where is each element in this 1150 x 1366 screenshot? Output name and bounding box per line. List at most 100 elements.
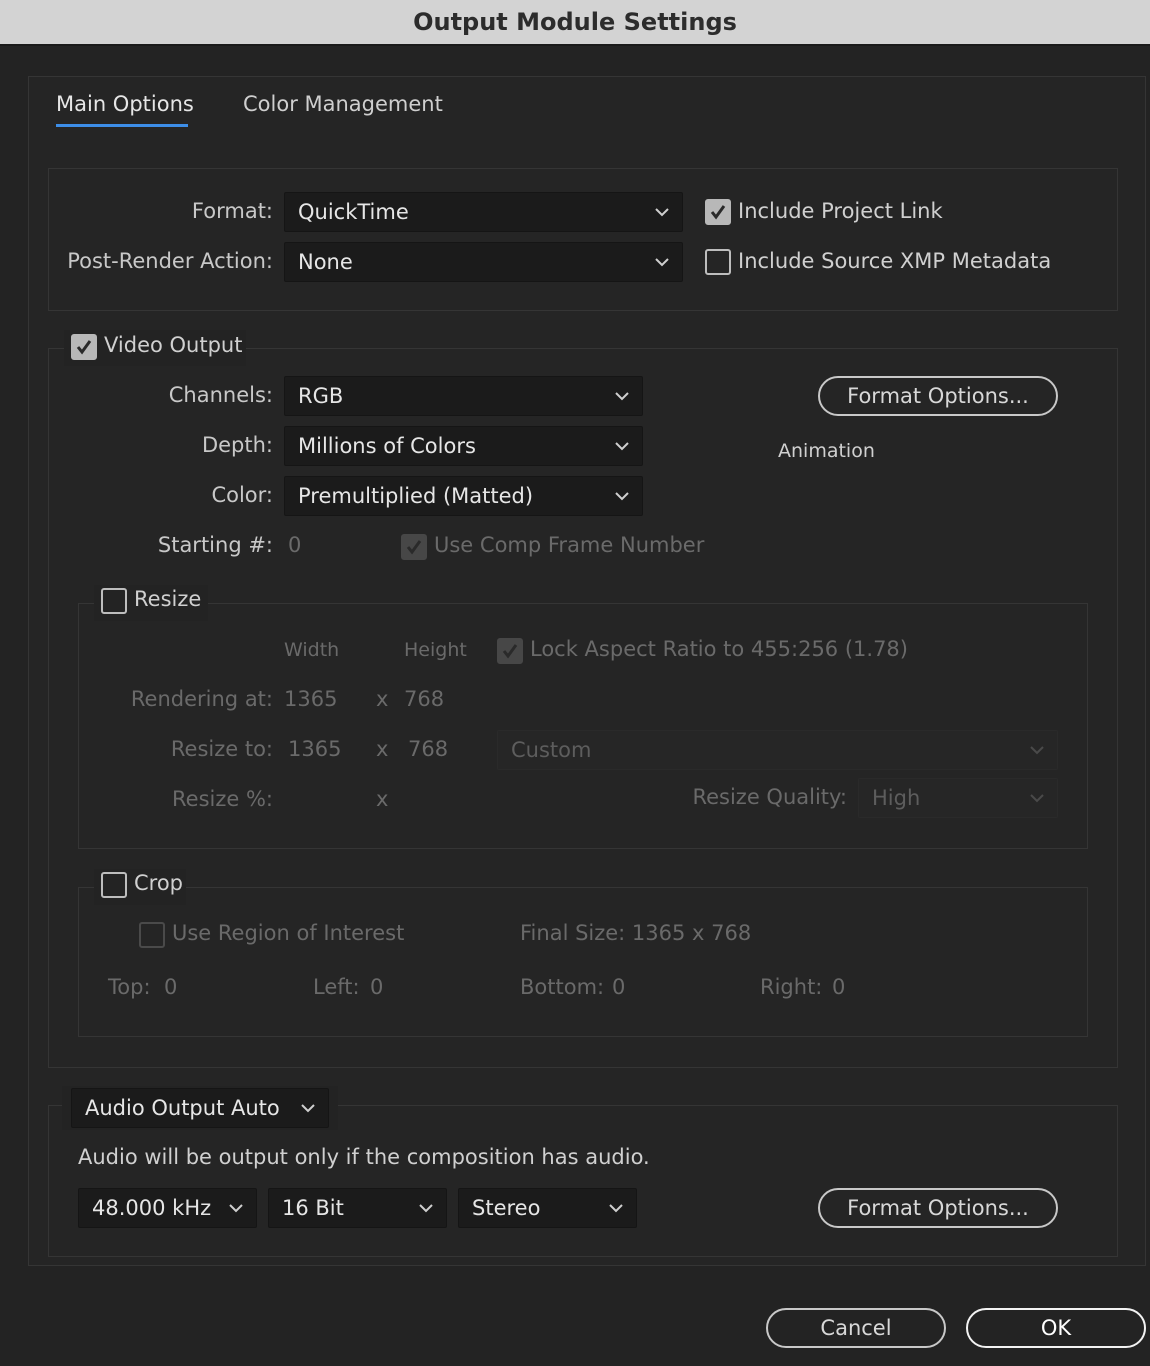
- video-format-options-label: Format Options...: [847, 384, 1029, 408]
- resize-to-label: Resize to:: [170, 737, 273, 761]
- crop-right-value[interactable]: 0: [832, 975, 845, 999]
- crop-right-label: Right:: [760, 975, 823, 999]
- crop-group: [78, 887, 1088, 1037]
- include-xmp-checkbox[interactable]: [705, 249, 731, 275]
- audio-bits-value: 16 Bit: [282, 1196, 344, 1220]
- resize-percent-x: x: [376, 787, 389, 811]
- post-render-select[interactable]: None: [284, 242, 683, 282]
- resize-label: Resize: [134, 587, 202, 611]
- tab-main-options-label: Main Options: [56, 92, 194, 116]
- post-render-label: Post-Render Action:: [67, 249, 273, 273]
- starting-number-label: Starting #:: [157, 533, 273, 557]
- resize-preset-select[interactable]: Custom: [497, 730, 1058, 770]
- audio-mode-value: Audio Output Auto: [85, 1096, 280, 1120]
- rendering-at-label: Rendering at:: [130, 687, 273, 711]
- crop-top-label: Top:: [108, 975, 151, 999]
- audio-rate-value: 48.000 kHz: [92, 1196, 212, 1220]
- rendering-at-height: 768: [404, 687, 445, 711]
- audio-rate-select[interactable]: 48.000 kHz: [78, 1188, 257, 1228]
- window-titlebar: Output Module Settings: [0, 0, 1150, 46]
- crop-left-label: Left:: [313, 975, 360, 999]
- checkmark-icon: [710, 205, 726, 220]
- color-label: Color:: [211, 483, 273, 507]
- chevron-down-icon: [615, 392, 629, 401]
- checkmark-icon: [406, 540, 422, 555]
- audio-format-options-button[interactable]: Format Options...: [818, 1188, 1058, 1228]
- crop-checkbox[interactable]: [101, 872, 127, 898]
- resize-to-x: x: [376, 737, 389, 761]
- use-roi-label: Use Region of Interest: [172, 921, 405, 945]
- crop-bottom-value[interactable]: 0: [612, 975, 625, 999]
- tab-main-options[interactable]: Main Options: [56, 92, 194, 116]
- post-render-value: None: [298, 250, 353, 274]
- include-project-link-label: Include Project Link: [738, 199, 943, 223]
- audio-bits-select[interactable]: 16 Bit: [268, 1188, 447, 1228]
- crop-label: Crop: [134, 871, 184, 895]
- lock-aspect-label: Lock Aspect Ratio to 455:256 (1.78): [530, 637, 908, 661]
- resize-quality-label: Resize Quality:: [692, 785, 847, 809]
- rendering-at-width: 1365: [284, 687, 338, 711]
- audio-channels-value: Stereo: [472, 1196, 541, 1220]
- audio-format-options-label: Format Options...: [847, 1196, 1029, 1220]
- resize-quality-value: High: [872, 786, 921, 810]
- chevron-down-icon: [609, 1204, 623, 1213]
- crop-top-value[interactable]: 0: [164, 975, 177, 999]
- format-value: QuickTime: [298, 200, 409, 224]
- chevron-down-icon: [1030, 794, 1044, 803]
- channels-select[interactable]: RGB: [284, 376, 643, 416]
- format-select[interactable]: QuickTime: [284, 192, 683, 232]
- audio-channels-select[interactable]: Stereo: [458, 1188, 637, 1228]
- rendering-at-x: x: [376, 687, 389, 711]
- color-select[interactable]: Premultiplied (Matted): [284, 476, 643, 516]
- use-roi-checkbox[interactable]: [139, 922, 165, 948]
- channels-label: Channels:: [168, 383, 273, 407]
- depth-label: Depth:: [201, 433, 273, 457]
- include-project-link-checkbox[interactable]: [705, 199, 731, 225]
- channels-value: RGB: [298, 384, 344, 408]
- chevron-down-icon: [229, 1204, 243, 1213]
- tab-active-indicator: [56, 124, 188, 127]
- resize-to-width[interactable]: 1365: [288, 737, 341, 761]
- chevron-down-icon: [1030, 746, 1044, 755]
- checkmark-icon: [502, 644, 518, 659]
- chevron-down-icon: [419, 1204, 433, 1213]
- audio-note: Audio will be output only if the composi…: [78, 1145, 650, 1169]
- color-value: Premultiplied (Matted): [298, 484, 534, 508]
- starting-number-value[interactable]: 0: [288, 533, 301, 557]
- cancel-button-label: Cancel: [820, 1316, 892, 1340]
- depth-value: Millions of Colors: [298, 434, 476, 458]
- chevron-down-icon: [301, 1104, 315, 1113]
- chevron-down-icon: [655, 258, 669, 267]
- audio-mode-select[interactable]: Audio Output Auto: [71, 1088, 329, 1128]
- crop-bottom-label: Bottom:: [520, 975, 605, 999]
- depth-select[interactable]: Millions of Colors: [284, 426, 643, 466]
- video-output-label: Video Output: [104, 333, 243, 357]
- use-comp-frame-label: Use Comp Frame Number: [434, 533, 705, 557]
- video-output-checkbox[interactable]: [71, 334, 97, 360]
- ok-button-label: OK: [1040, 1316, 1072, 1340]
- resize-width-header: Width: [284, 639, 340, 661]
- chevron-down-icon: [615, 442, 629, 451]
- resize-to-height[interactable]: 768: [408, 737, 448, 761]
- general-group: [48, 168, 1118, 311]
- window-title: Output Module Settings: [413, 8, 737, 36]
- chevron-down-icon: [615, 492, 629, 501]
- resize-quality-select[interactable]: High: [858, 778, 1058, 818]
- resize-height-header: Height: [404, 639, 467, 661]
- checkmark-icon: [76, 340, 92, 355]
- format-label: Format:: [191, 199, 273, 223]
- use-comp-frame-checkbox[interactable]: [401, 534, 427, 560]
- tab-color-management[interactable]: Color Management: [243, 92, 443, 116]
- cancel-button[interactable]: Cancel: [766, 1308, 946, 1348]
- video-format-options-button[interactable]: Format Options...: [818, 376, 1058, 416]
- resize-checkbox[interactable]: [101, 588, 127, 614]
- video-codec-text: Animation: [778, 440, 875, 462]
- ok-button[interactable]: OK: [966, 1308, 1146, 1348]
- crop-left-value[interactable]: 0: [370, 975, 383, 999]
- resize-preset-value: Custom: [511, 738, 592, 762]
- chevron-down-icon: [655, 208, 669, 217]
- final-size-text: Final Size: 1365 x 768: [520, 921, 752, 945]
- tab-color-management-label: Color Management: [243, 92, 443, 116]
- lock-aspect-checkbox[interactable]: [497, 638, 523, 664]
- include-xmp-label: Include Source XMP Metadata: [738, 249, 1052, 273]
